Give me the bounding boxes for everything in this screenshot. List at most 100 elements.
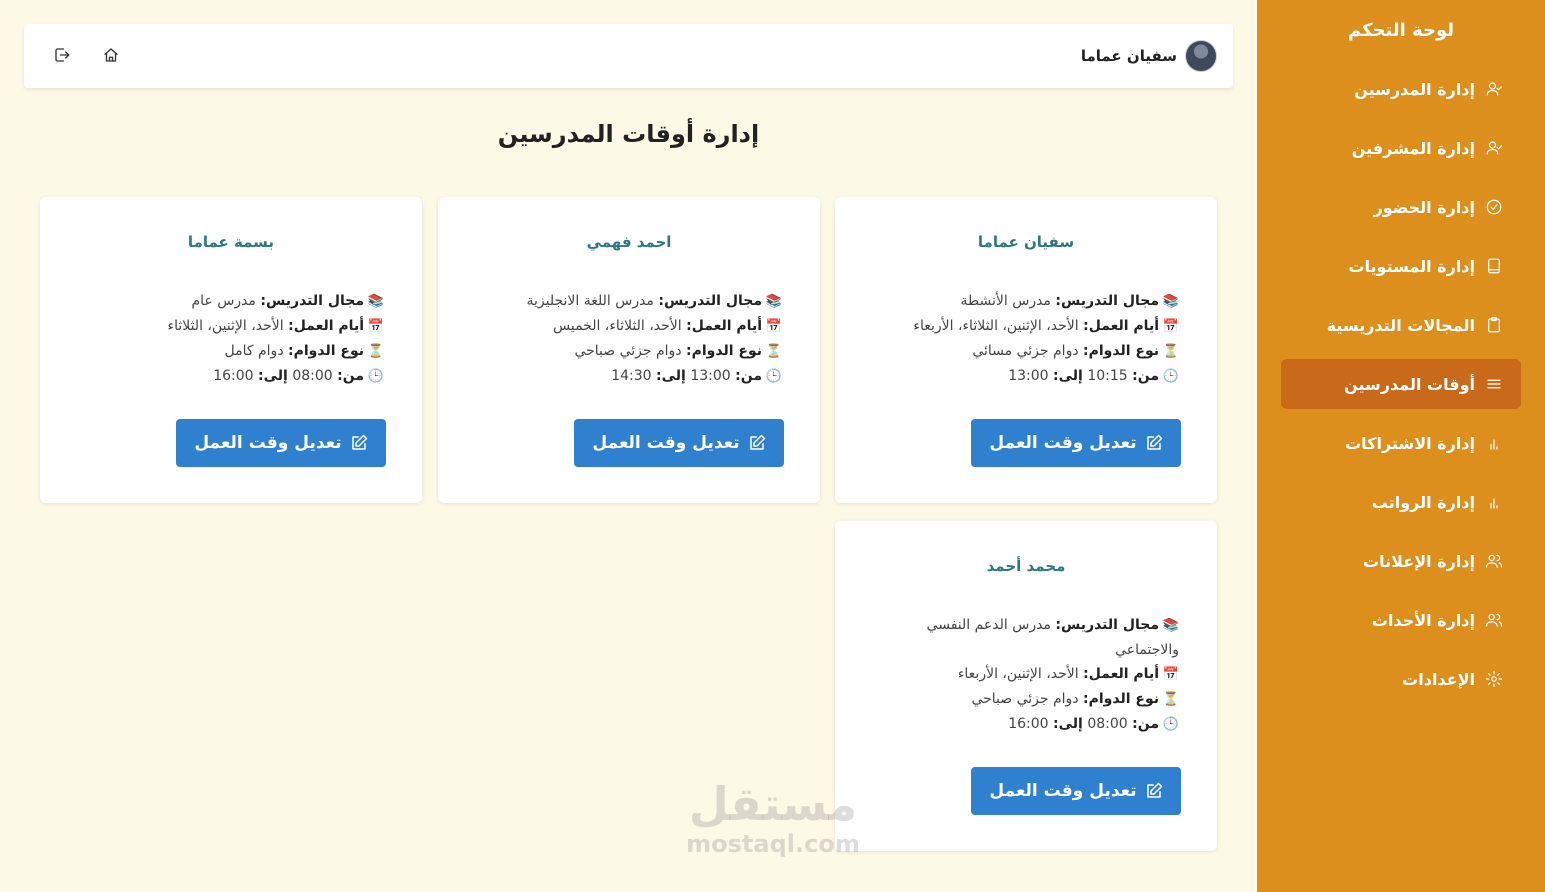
days-value: الأحد، الثلاثاء، الخميس — [553, 318, 682, 334]
user-check-icon — [1486, 82, 1503, 96]
user-name: سفيان عماما — [1080, 47, 1177, 65]
days-value: الأحد، الإثنين، الثلاثاء، الأربعاء — [913, 318, 1079, 334]
teacher-card: محمد أحمد 📚مجال التدريس: مدرس الدعم النف… — [835, 521, 1217, 851]
sidebar-item-label: أوقات المدرسين — [1344, 374, 1475, 394]
clock-icon: 🕒 — [1162, 717, 1179, 732]
type-label: نوع الدوام: — [1083, 343, 1159, 359]
type-row: ⏳نوع الدوام: دوام جزئي صباحي — [476, 339, 782, 364]
field-label: مجال التدريس: — [260, 293, 364, 309]
user-menu[interactable]: سفيان عماما — [1081, 40, 1217, 72]
to-value: 14:30 — [611, 368, 652, 384]
avatar — [1185, 40, 1217, 72]
sidebar-item-label: المجالات التدريسية — [1326, 315, 1475, 335]
sidebar-item-label: إدارة المشرفين — [1351, 138, 1475, 158]
field-row: 📚مجال التدريس: مدرس الأنشطة — [873, 289, 1179, 314]
field-value: مدرس الأنشطة — [960, 293, 1051, 309]
to-label: إلى: — [258, 368, 288, 384]
field-row: 📚مجال التدريس: مدرس اللغة الانجليزية — [476, 289, 782, 314]
sidebar: لوحة التحكم إدارة المدرسين إدارة المشرفي… — [1257, 0, 1545, 892]
field-value: مدرس اللغة الانجليزية — [526, 293, 654, 309]
from-value: 10:15 — [1087, 368, 1128, 384]
sidebar-item-subscriptions[interactable]: إدارة الاشتراكات — [1281, 418, 1521, 468]
teacher-info: 📚مجال التدريس: مدرس الأنشطة 📅أيام العمل:… — [835, 289, 1217, 389]
type-row: ⏳نوع الدوام: دوام جزئي مسائي — [873, 339, 1179, 364]
sidebar-item-teacher-times[interactable]: أوقات المدرسين — [1281, 359, 1521, 409]
sidebar-item-events[interactable]: إدارة الأحداث — [1281, 595, 1521, 645]
hourglass-icon: ⏳ — [765, 344, 782, 359]
sidebar-item-ads[interactable]: إدارة الإعلانات — [1281, 536, 1521, 586]
watermark-url: mostaql.com — [686, 830, 860, 858]
sidebar-item-attendance[interactable]: إدارة الحضور — [1281, 182, 1521, 232]
time-row: 🕒من: 08:00 إلى: 16:00 — [873, 712, 1179, 737]
button-label: تعديل وقت العمل — [592, 433, 740, 453]
type-row: ⏳نوع الدوام: دوام جزئي صباحي — [873, 687, 1179, 712]
days-label: أيام العمل: — [1083, 666, 1159, 682]
user-check-icon — [1486, 141, 1503, 155]
sidebar-item-teachers[interactable]: إدارة المدرسين — [1281, 64, 1521, 114]
to-value: 16:00 — [1008, 716, 1049, 732]
top-bar: سفيان عماما — [24, 24, 1233, 88]
calendar-icon: 📅 — [765, 319, 782, 334]
from-label: من: — [1132, 716, 1159, 732]
bar-chart-icon — [1490, 439, 1498, 450]
teacher-card: احمد فهمي 📚مجال التدريس: مدرس اللغة الان… — [438, 197, 820, 503]
from-label: من: — [337, 368, 364, 384]
sidebar-item-salaries[interactable]: إدارة الرواتب — [1281, 477, 1521, 527]
books-icon: 📚 — [367, 294, 384, 309]
days-row: 📅أيام العمل: الأحد، الإثنين، الثلاثاء، ا… — [873, 314, 1179, 339]
watermark: مستقل mostaql.com — [678, 778, 868, 858]
field-label: مجال التدريس: — [1055, 293, 1159, 309]
teacher-name: سفيان عماما — [977, 233, 1075, 251]
clipboard-icon — [1488, 316, 1500, 333]
type-label: نوع الدوام: — [686, 343, 762, 359]
sidebar-title: لوحة التحكم — [1347, 20, 1455, 41]
type-value: دوام جزئي صباحي — [971, 691, 1079, 707]
sidebar-item-levels[interactable]: إدارة المستويات — [1281, 241, 1521, 291]
from-label: من: — [735, 368, 762, 384]
hourglass-icon: ⏳ — [1162, 692, 1179, 707]
edit-work-time-button[interactable]: تعديل وقت العمل — [971, 419, 1181, 467]
clock-icon: 🕒 — [1162, 369, 1179, 384]
field-row: 📚مجال التدريس: مدرس عام — [78, 289, 385, 314]
bar-chart-icon — [1490, 498, 1498, 509]
users-icon — [1485, 613, 1503, 627]
teacher-card: سفيان عماما 📚مجال التدريس: مدرس الأنشطة … — [835, 197, 1217, 503]
teacher-name: محمد أحمد — [986, 557, 1066, 575]
edit-work-time-button[interactable]: تعديل وقت العمل — [176, 419, 386, 467]
check-circle-icon — [1486, 199, 1502, 215]
calendar-icon: 📅 — [1162, 667, 1179, 682]
logout-button[interactable] — [51, 46, 71, 66]
days-label: أيام العمل: — [1083, 318, 1159, 334]
teacher-info: 📚مجال التدريس: مدرس عام 📅أيام العمل: الأ… — [40, 289, 422, 389]
from-label: من: — [1132, 368, 1159, 384]
sidebar-item-label: إدارة المستويات — [1348, 256, 1475, 276]
book-icon — [1488, 258, 1500, 274]
field-label: مجال التدريس: — [658, 293, 762, 309]
type-value: دوام جزئي صباحي — [574, 343, 682, 359]
time-row: 🕒من: 10:15 إلى: 13:00 — [873, 364, 1179, 389]
edit-work-time-button[interactable]: تعديل وقت العمل — [574, 419, 784, 467]
edit-icon — [351, 434, 367, 450]
calendar-icon: 📅 — [1162, 319, 1179, 334]
books-icon: 📚 — [1162, 618, 1179, 633]
sidebar-item-label: إدارة الأحداث — [1371, 610, 1475, 630]
days-value: الأحد، الإثنين، الثلاثاء — [167, 318, 284, 334]
sidebar-item-fields[interactable]: المجالات التدريسية — [1281, 300, 1521, 350]
edit-icon — [1146, 434, 1162, 450]
teacher-info: 📚مجال التدريس: مدرس اللغة الانجليزية 📅أي… — [438, 289, 820, 389]
button-label: تعديل وقت العمل — [989, 433, 1137, 453]
days-label: أيام العمل: — [288, 318, 364, 334]
to-label: إلى: — [1053, 716, 1083, 732]
button-label: تعديل وقت العمل — [989, 781, 1137, 801]
days-value: الأحد، الإثنين، الأربعاء — [957, 666, 1079, 682]
sidebar-item-supervisors[interactable]: إدارة المشرفين — [1281, 123, 1521, 173]
hourglass-icon: ⏳ — [367, 344, 384, 359]
home-button[interactable] — [100, 46, 120, 66]
edit-work-time-button[interactable]: تعديل وقت العمل — [971, 767, 1181, 815]
field-row: 📚مجال التدريس: مدرس الدعم النفسي والاجتم… — [873, 613, 1179, 662]
logout-icon — [55, 48, 70, 62]
sidebar-item-settings[interactable]: الإعدادات — [1281, 654, 1521, 704]
calendar-icon: 📅 — [367, 319, 384, 334]
sidebar-item-label: إدارة الرواتب — [1371, 492, 1475, 512]
type-value: دوام جزئي مسائي — [972, 343, 1079, 359]
